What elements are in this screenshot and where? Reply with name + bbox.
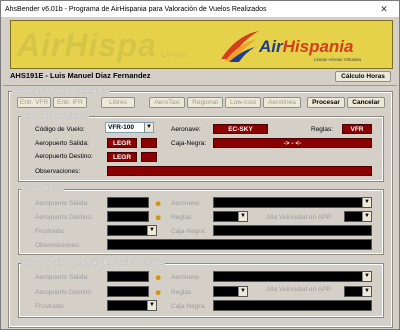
app-window: AhsBender v6.01b - Programa de AirHispan… [0, 0, 400, 330]
window-title: AhsBender v6.01b - Programa de AirHispan… [5, 6, 267, 13]
aeronave-label: Aeronave: [171, 126, 201, 133]
person-icon[interactable]: ☻ [154, 288, 162, 297]
aerotaxi-app-label: Alta Velocidad en APP: [266, 286, 333, 293]
chevron-down-icon: ▼ [362, 198, 371, 207]
destino-label: Aeropuerto Destino: [35, 153, 93, 160]
person-icon[interactable]: ☻ [154, 213, 162, 222]
libres-frustrada-select[interactable]: ▼ [107, 225, 157, 236]
caja-negra-field: -> - <- [213, 138, 372, 148]
libres-app-label: Alta Velocidad en APP: [266, 214, 333, 221]
destino-extra-field [141, 152, 157, 162]
libres-obs-input[interactable] [107, 239, 372, 250]
aerotaxi-aeronave-select[interactable]: ▼ [213, 271, 372, 282]
brand-air: Air [259, 37, 283, 56]
libres-title: Vuelos Libres: [21, 185, 64, 192]
chevron-down-icon: ▼ [147, 301, 156, 310]
aerolinea-button[interactable]: Aerolínea [263, 97, 301, 108]
codigo-vuelo-select[interactable]: VFR-100 ▼ [105, 122, 154, 133]
entr-vfr-button[interactable]: Entr. VFR [17, 97, 51, 108]
chevron-down-icon: ▼ [362, 287, 371, 296]
libres-aeronave-label: Aeronave: [171, 200, 201, 207]
chevron-down-icon: ▼ [238, 212, 247, 221]
chevron-down-icon: ▼ [144, 123, 153, 132]
user-bar: AHS191E - Luis Manuel Diaz Fernandez Cál… [10, 71, 393, 83]
brand-hispania: Hispania [282, 37, 354, 56]
aerotaxi-app-select[interactable]: ▼ [344, 286, 372, 297]
person-icon[interactable]: ☻ [154, 273, 162, 282]
low-cost-button[interactable]: Low-cost [225, 97, 261, 108]
title-bar: AhsBender v6.01b - Programa de AirHispan… [1, 1, 399, 18]
chevron-down-icon: ▼ [238, 287, 247, 296]
swoosh-icon [221, 31, 259, 62]
aerotaxi-salida-input[interactable] [107, 271, 149, 282]
reglas-field: VFR [342, 124, 372, 134]
aerotaxi-frustrada-select[interactable]: ▼ [107, 300, 157, 311]
aerotaxi-reglas-select[interactable]: ▼ [213, 286, 248, 297]
aerotaxi-title: Vuelos Aerotaxi / Regional / Low-cost / … [21, 259, 166, 266]
chevron-down-icon: ▼ [362, 272, 371, 281]
libres-reglas-select[interactable]: ▼ [213, 211, 248, 222]
calculo-horas-button[interactable]: Cálculo Horas [335, 71, 391, 82]
libres-aeronave-select[interactable]: ▼ [213, 197, 372, 208]
salida-extra-field [141, 138, 157, 148]
libres-app-select[interactable]: ▼ [344, 211, 372, 222]
observaciones-label: Observaciones: [35, 168, 81, 175]
libres-destino-label: Aeropuerto Destino: [35, 214, 93, 221]
banner: AirHispa Lineas AirHispania Lineas Aérea… [10, 20, 393, 69]
libres-destino-input[interactable] [107, 211, 149, 222]
libres-reglas-label: Reglas: [171, 214, 194, 221]
libres-caja-label: Caja-Negra: [171, 228, 207, 235]
destino-field: LEGR [107, 152, 137, 162]
libres-salida-input[interactable] [107, 197, 149, 208]
aerotaxi-reglas-label: Reglas: [171, 289, 194, 296]
divider [3, 85, 397, 86]
entrenamiento-title: Vuelos Entrenamiento: [21, 112, 89, 119]
valoracion-title: Valoración de vuelos Realizados: [12, 87, 110, 94]
aerotaxi-salida-label: Aeropuerto Salida: [35, 274, 89, 281]
brand-slogan: Lineas Aéreas Virtuales [314, 57, 362, 62]
libres-button[interactable]: Libres [101, 97, 135, 108]
entr-ifr-button[interactable]: Entr. IFR [53, 97, 87, 108]
aerotaxi-caja-label: Caja-Negra: [171, 303, 207, 310]
salida-label: Aeropuerto Salida: [35, 140, 89, 147]
user-label: AHS191E - Luis Manuel Diaz Fernandez [10, 71, 151, 80]
airhispania-logo: AirHispania Lineas Aéreas Virtuales [219, 27, 379, 67]
procesar-button[interactable]: Procesar [307, 97, 345, 108]
aerotaxi-destino-input[interactable] [107, 286, 149, 297]
brand-name: AirHispania [259, 37, 353, 57]
codigo-vuelo-label: Código de Vuelo: [35, 126, 85, 133]
observaciones-field[interactable] [107, 166, 372, 176]
libres-frustrada-label: Frustrada: [35, 228, 65, 235]
aerotaxi-caja-field [213, 300, 372, 311]
regional-button[interactable]: Regional [187, 97, 223, 108]
chevron-down-icon: ▼ [147, 226, 156, 235]
cancelar-button[interactable]: Cancelar [347, 97, 385, 108]
aeronave-field: EC-SKY [213, 124, 268, 134]
person-icon[interactable]: ☻ [154, 199, 162, 208]
banner-ghost-text: AirHispa [17, 27, 157, 63]
salida-field: LEGR [107, 138, 137, 148]
aerotaxi-frustrada-label: Frustrada: [35, 303, 65, 310]
aerotaxi-destino-label: Aeropuerto Destino: [35, 289, 93, 296]
banner-ghost-sub: Lineas [161, 49, 188, 59]
aerotaxi-button[interactable]: AeroTaxi [149, 97, 185, 108]
chevron-down-icon: ▼ [362, 212, 371, 221]
libres-caja-field [213, 225, 372, 236]
libres-obs-label: Observaciones: [35, 242, 81, 249]
reglas-label: Reglas: [311, 126, 334, 133]
close-icon[interactable]: ✕ [372, 3, 396, 16]
caja-negra-label: Caja-Negra: [171, 140, 207, 147]
aerotaxi-aeronave-label: Aeronave: [171, 274, 201, 281]
codigo-vuelo-value: VFR-100 [108, 124, 135, 131]
libres-salida-label: Aeropuerto Salida: [35, 200, 89, 207]
